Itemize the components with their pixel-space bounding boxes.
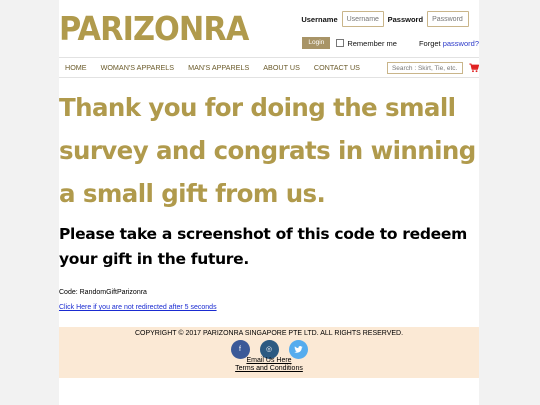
instruction-text: Please take a screenshot of this code to… — [59, 225, 467, 268]
footer: COPYRIGHT © 2017 PARIZONRA SINGAPORE PTE… — [59, 327, 479, 378]
forgot-prefix: Forget — [418, 38, 443, 48]
username-label: Username — [301, 14, 338, 24]
remember-me[interactable]: Remember me — [336, 39, 397, 48]
terms-link[interactable]: Terms and Conditions — [59, 365, 479, 373]
brand-logo[interactable]: PARIZONRA — [59, 9, 249, 48]
forgot-password-link[interactable]: password? — [443, 39, 479, 48]
login-button[interactable]: Login — [302, 37, 331, 49]
search-input[interactable]: Search : Skirt, Tie, etc. — [386, 61, 463, 74]
nav-item-about-us[interactable]: ABOUT US — [263, 63, 300, 72]
copyright-text: COPYRIGHT © 2017 PARIZONRA SINGAPORE PTE… — [134, 330, 404, 337]
nav-item-contact-us[interactable]: CONTACT US — [314, 63, 360, 72]
login-form: Username Password Login Remember me Forg… — [301, 11, 479, 49]
thank-you-heading: Thank you for doing the small survey and… — [59, 93, 476, 208]
twitter-bird-icon — [293, 346, 303, 353]
forgot-password: Forget password? — [419, 39, 479, 48]
login-fields-row: Username Password — [301, 11, 479, 27]
cart-icon[interactable] — [469, 62, 479, 74]
nav-item-home[interactable]: HOME — [65, 63, 87, 72]
remember-label: Remember me — [347, 38, 397, 48]
username-input[interactable] — [341, 11, 384, 27]
login-actions-row: Login Remember me Forget password? — [301, 37, 479, 49]
email-us-link[interactable]: Email Us Here — [59, 357, 479, 365]
footer-links: Email Us Here Terms and Conditions — [59, 357, 479, 373]
remember-checkbox[interactable] — [336, 39, 345, 47]
redirect-link[interactable]: Click Here if you are not redirected aft… — [59, 304, 217, 311]
main-nav: HOME WOMAN'S APPARELS MAN'S APPARELS ABO… — [59, 57, 479, 78]
nav-item-womans-apparels[interactable]: WOMAN'S APPARELS — [101, 63, 175, 72]
gift-code: Code: RandomGiftParizonra — [59, 289, 147, 296]
nav-item-mans-apparels[interactable]: MAN'S APPARELS — [188, 63, 249, 72]
password-label: Password — [387, 14, 424, 24]
page-container: PARIZONRA Username Password Login Rememb… — [59, 0, 479, 405]
password-input[interactable] — [427, 11, 470, 27]
